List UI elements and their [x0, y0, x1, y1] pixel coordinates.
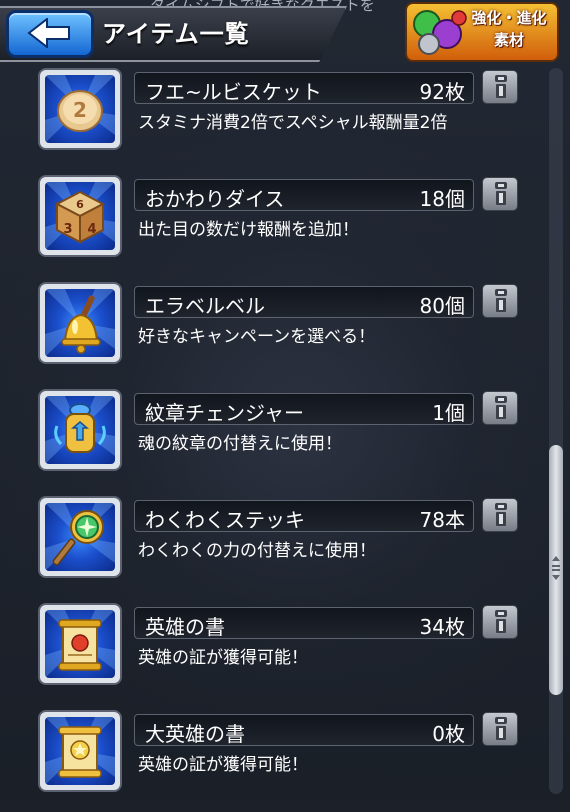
svg-text:6: 6 — [76, 198, 84, 211]
list-item[interactable]: 英雄の書 34枚 英雄の証が獲得可能！ — [0, 605, 540, 705]
item-name: 英雄の書 — [145, 615, 225, 639]
item-list[interactable]: 2 フエ~ルビスケット 92枚 スタミナ消費2倍でスペシャル報酬量2倍 6 3 — [0, 0, 570, 800]
item-name: おかわりダイス — [145, 187, 285, 211]
evolution-materials-label: 強化・進化 素材 — [463, 7, 555, 51]
material-orbs-icon — [413, 10, 467, 55]
item-count: 18個 — [419, 187, 465, 211]
item-count: 0枚 — [432, 722, 465, 746]
item-icon-tile[interactable] — [40, 498, 120, 576]
item-name: 紋章チェンジャー — [145, 401, 304, 425]
header: タイムシフトで好きなクエストを アイテム一覧 強化・進化 素材 — [0, 0, 570, 62]
list-item[interactable]: わくわくステッキ 78本 わくわくの力の付替えに使用！ — [0, 498, 540, 598]
bell-icon — [45, 289, 115, 357]
item-description: 好きなキャンペーンを選べる！ — [138, 327, 376, 347]
info-icon — [495, 503, 507, 526]
evolution-materials-line1: 強化・進化 — [471, 9, 547, 27]
item-count: 1個 — [432, 401, 465, 425]
biscuit-icon: 2 — [45, 75, 115, 143]
scroll-icon — [45, 610, 115, 678]
item-icon-tile[interactable] — [40, 284, 120, 362]
evolution-materials-button[interactable]: 強化・進化 素材 — [405, 2, 559, 62]
info-icon — [495, 396, 507, 419]
dice-icon: 6 3 4 — [45, 182, 115, 250]
item-count: 92枚 — [419, 80, 465, 104]
item-name: フエ~ルビスケット — [145, 80, 322, 104]
item-name-bar: わくわくステッキ 78本 — [134, 500, 474, 532]
svg-text:4: 4 — [87, 222, 96, 237]
info-icon — [495, 75, 507, 98]
item-name-bar: 紋章チェンジャー 1個 — [134, 393, 474, 425]
list-item[interactable]: エラベルベル 80個 好きなキャンペーンを選べる！ — [0, 284, 540, 384]
svg-text:2: 2 — [73, 98, 87, 122]
crest-changer-icon — [45, 396, 115, 464]
item-name: 大英雄の書 — [145, 722, 245, 746]
item-name-bar: フエ~ルビスケット 92枚 — [134, 72, 474, 104]
item-icon-tile[interactable] — [40, 605, 120, 683]
info-icon — [495, 182, 507, 205]
info-button[interactable] — [482, 712, 518, 746]
item-description: 英雄の証が獲得可能！ — [138, 755, 308, 775]
list-item[interactable]: 2 フエ~ルビスケット 92枚 スタミナ消費2倍でスペシャル報酬量2倍 — [0, 70, 540, 170]
info-icon — [495, 289, 507, 312]
item-icon-tile[interactable]: 6 3 4 — [40, 177, 120, 255]
info-button[interactable] — [482, 177, 518, 211]
info-icon — [495, 717, 507, 740]
item-name-bar: エラベルベル 80個 — [134, 286, 474, 318]
evolution-materials-line2: 素材 — [493, 31, 524, 49]
item-icon-tile[interactable]: 2 — [40, 70, 120, 148]
item-name-bar: 大英雄の書 0枚 — [134, 714, 474, 746]
left-arrow-icon — [27, 18, 70, 48]
page-title: アイテム一覧 — [102, 20, 250, 48]
svg-text:3: 3 — [63, 222, 72, 237]
grip-icon — [552, 556, 560, 580]
item-name: わくわくステッキ — [145, 508, 305, 532]
item-description: 英雄の証が獲得可能！ — [138, 648, 308, 668]
item-description: わくわくの力の付替えに使用！ — [138, 541, 376, 561]
list-item[interactable]: 6 3 4 おかわりダイス 18個 出た目の数だけ報酬を追加！ — [0, 177, 540, 277]
info-button[interactable] — [482, 605, 518, 639]
wand-icon — [45, 503, 115, 571]
item-icon-tile[interactable] — [40, 712, 120, 790]
back-button[interactable] — [6, 10, 94, 58]
list-item[interactable]: 大英雄の書 0枚 英雄の証が獲得可能！ — [0, 712, 540, 812]
item-description: 出た目の数だけ報酬を追加！ — [138, 220, 359, 240]
grand-scroll-icon — [45, 717, 115, 785]
info-button[interactable] — [482, 498, 518, 532]
info-icon — [495, 610, 507, 633]
item-count: 78本 — [419, 508, 465, 532]
info-button[interactable] — [482, 70, 518, 104]
item-name-bar: 英雄の書 34枚 — [134, 607, 474, 639]
item-description: スタミナ消費2倍でスペシャル報酬量2倍 — [138, 113, 448, 133]
item-description: 魂の紋章の付替えに使用！ — [138, 434, 342, 454]
item-name: エラベルベル — [145, 294, 265, 318]
item-count: 34枚 — [419, 615, 465, 639]
item-name-bar: おかわりダイス 18個 — [134, 179, 474, 211]
info-button[interactable] — [482, 284, 518, 318]
info-button[interactable] — [482, 391, 518, 425]
item-count: 80個 — [419, 294, 465, 318]
item-icon-tile[interactable] — [40, 391, 120, 469]
list-item[interactable]: 紋章チェンジャー 1個 魂の紋章の付替えに使用！ — [0, 391, 540, 491]
